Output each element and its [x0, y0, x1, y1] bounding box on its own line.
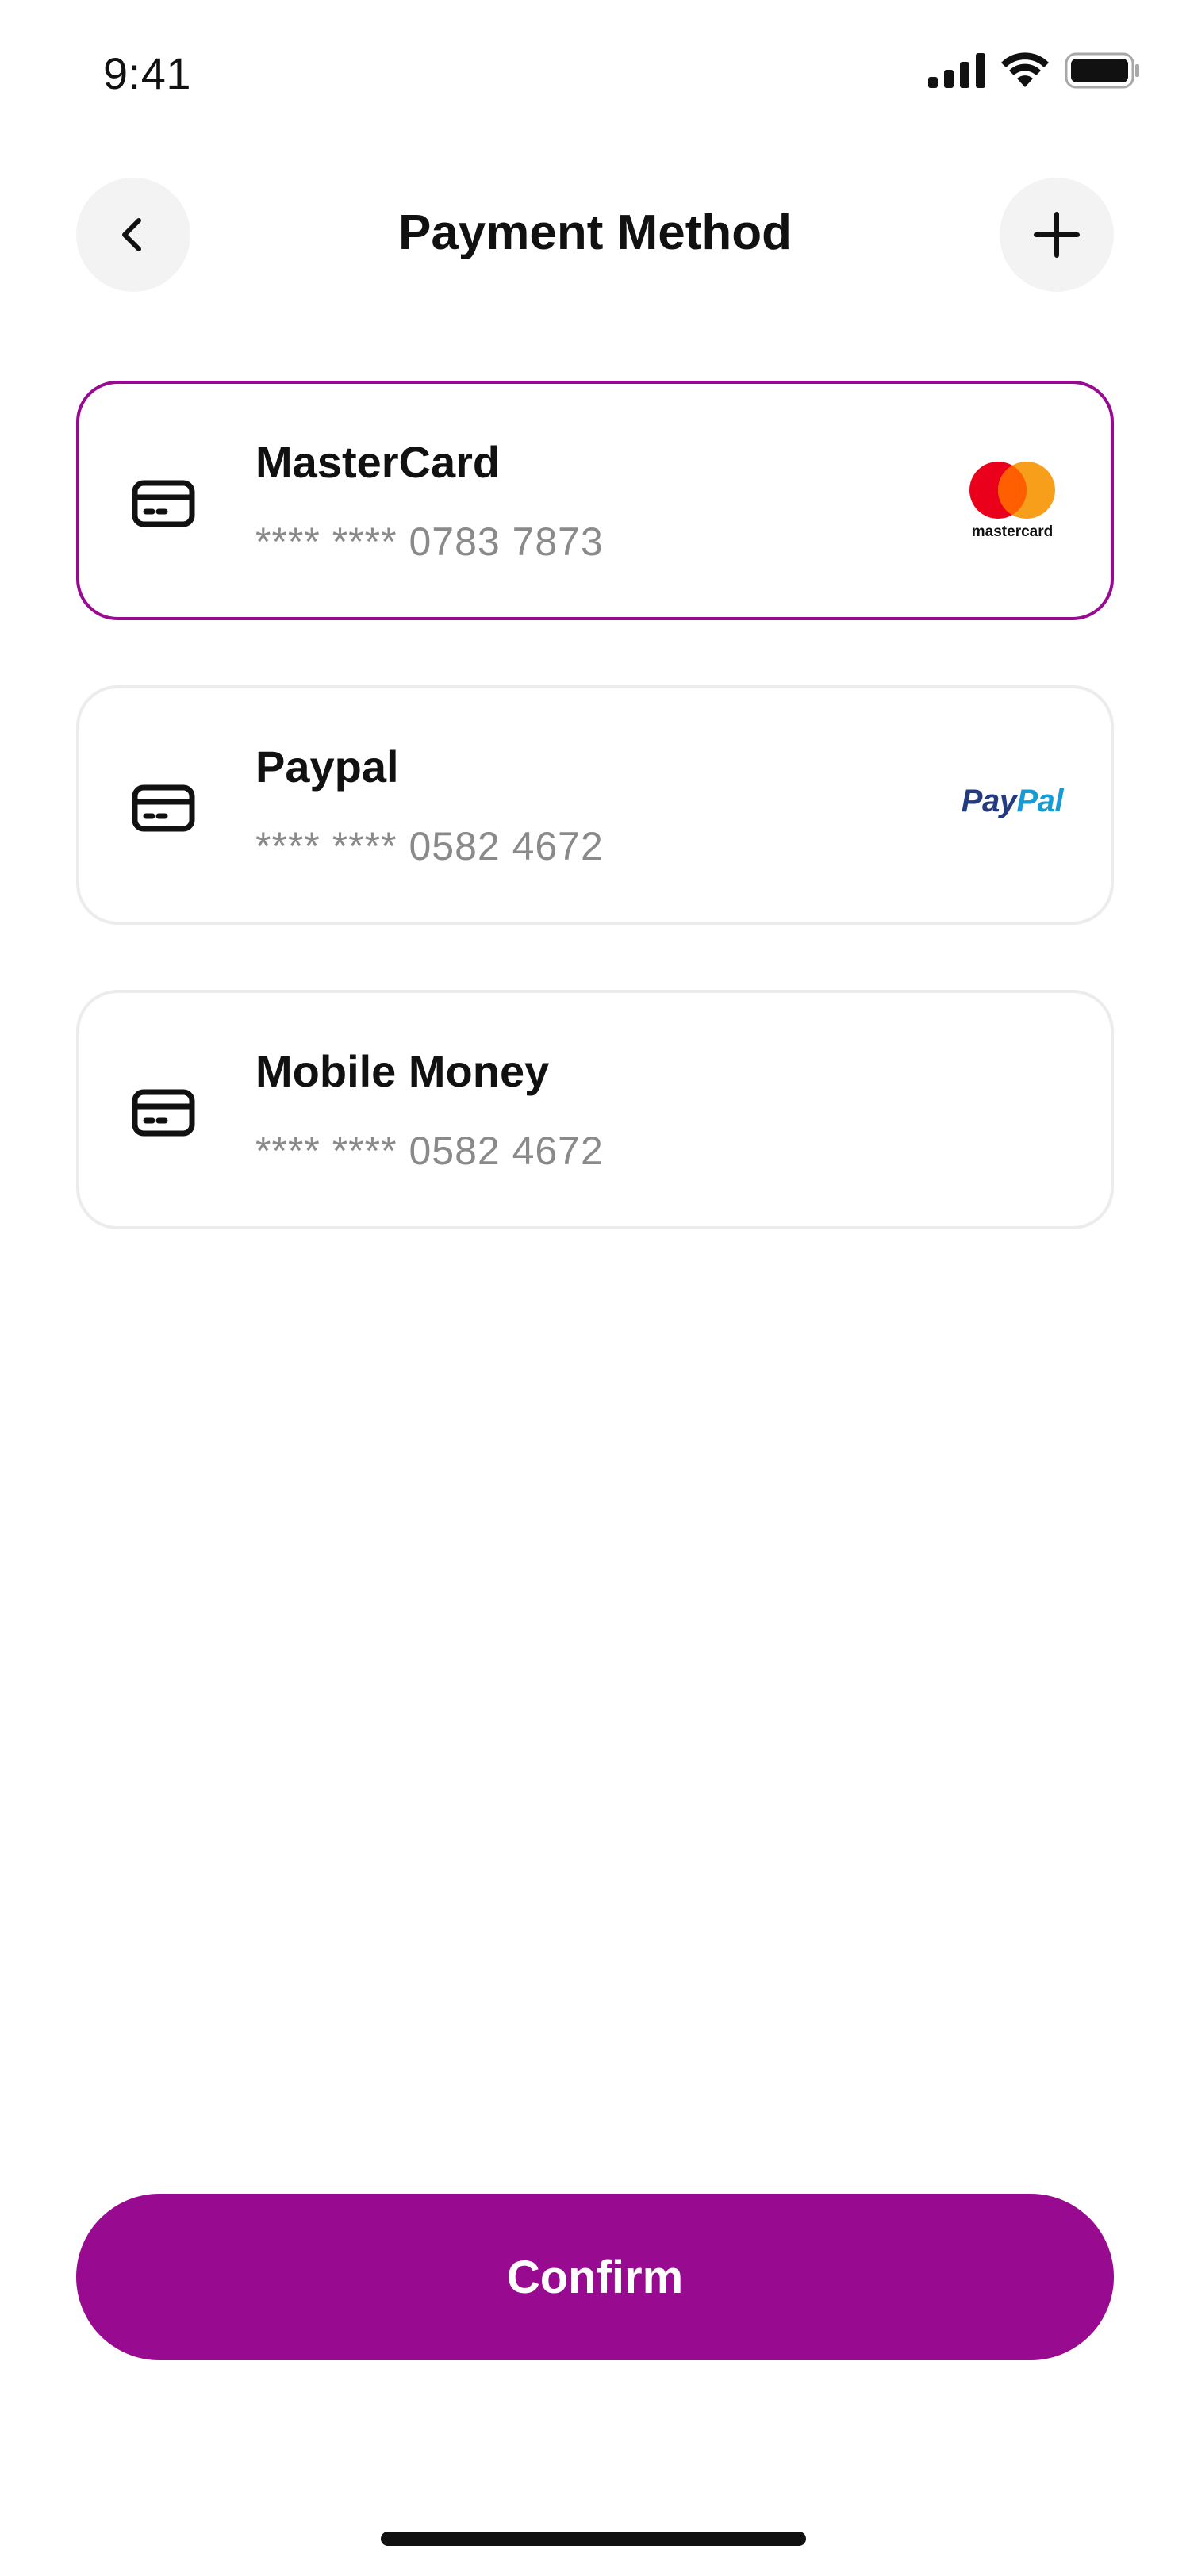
payment-method-name: Paypal	[255, 742, 399, 792]
back-button[interactable]	[76, 178, 190, 292]
paypal-logo: PayPal	[961, 784, 1064, 819]
plus-icon	[1034, 212, 1080, 258]
mastercard-logo: mastercard	[969, 462, 1055, 539]
wifi-icon	[1001, 52, 1049, 87]
page-title: Payment Method	[397, 205, 793, 260]
home-indicator	[381, 2532, 806, 2546]
payment-method-number: **** **** 0582 4672	[255, 1129, 604, 1173]
payment-method-name: MasterCard	[255, 437, 501, 487]
credit-card-icon	[132, 784, 195, 832]
credit-card-icon	[132, 1089, 195, 1137]
status-time: 9:41	[103, 48, 191, 98]
paypal-logo-pal: Pal	[1016, 784, 1063, 818]
status-icons	[928, 52, 1141, 89]
chevron-left-icon	[122, 218, 141, 251]
paypal-logo-pay: Pay	[961, 784, 1017, 818]
payment-method-number: **** **** 0783 7873	[255, 519, 604, 564]
confirm-button[interactable]: Confirm	[76, 2194, 1114, 2360]
payment-option-mastercard[interactable]: MasterCard **** **** 0783 7873 mastercar…	[76, 381, 1114, 620]
cellular-signal-icon	[928, 53, 985, 88]
payment-method-number: **** **** 0582 4672	[255, 824, 604, 868]
payment-method-screen: 9:41 Payment Method MasterCard **** ****…	[0, 0, 1190, 2576]
battery-icon	[1065, 52, 1139, 89]
payment-option-paypal[interactable]: Paypal **** **** 0582 4672 PayPal	[76, 685, 1114, 925]
payment-option-mobile-money[interactable]: Mobile Money **** **** 0582 4672	[76, 990, 1114, 1229]
payment-method-name: Mobile Money	[255, 1046, 550, 1096]
add-payment-button[interactable]	[1000, 178, 1114, 292]
credit-card-icon	[132, 480, 195, 527]
mastercard-wordmark: mastercard	[972, 523, 1053, 539]
